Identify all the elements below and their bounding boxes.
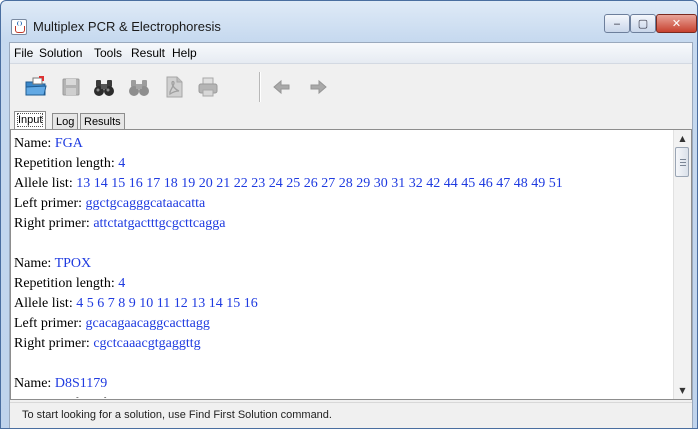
toolbar-separator bbox=[259, 72, 261, 102]
status-bar: To start looking for a solution, use Fin… bbox=[10, 402, 692, 428]
tab-log[interactable]: Log bbox=[52, 113, 79, 129]
scroll-up-icon[interactable]: ▲ bbox=[675, 130, 690, 147]
input-panel: Name: FGA Repetition length: 4 Allele li… bbox=[10, 129, 692, 400]
allele-line: Allele list: 13 14 15 16 17 18 19 20 21 … bbox=[14, 174, 664, 194]
right-primer-line: Right primer: attctatgactttgcgcttcagga bbox=[14, 214, 664, 234]
right-primer-label: Right primer: bbox=[14, 336, 94, 351]
pdf-export-icon[interactable] bbox=[162, 75, 186, 99]
repetition-label: Repetition length: bbox=[14, 156, 119, 171]
print-icon[interactable] bbox=[196, 75, 220, 99]
locus-name-line: Name: D8S1179 bbox=[14, 374, 664, 394]
maximize-button[interactable]: ▢ bbox=[630, 14, 656, 33]
menu-help[interactable]: Help bbox=[172, 46, 197, 60]
arrow-right-icon[interactable] bbox=[306, 75, 330, 99]
client-area: File Solution Tools Result Help Input Lo… bbox=[9, 42, 693, 428]
tab-log-label: Log bbox=[56, 116, 75, 128]
repetition-value: 4 bbox=[118, 276, 126, 291]
java-cup-icon bbox=[11, 19, 27, 35]
name-label: Name: bbox=[14, 256, 55, 271]
scroll-down-icon[interactable]: ▼ bbox=[675, 382, 690, 399]
left-primer-line: Left primer: ggctgcagggcataacatta bbox=[14, 194, 664, 214]
locus-name-line: Name: FGA bbox=[14, 134, 664, 154]
repetition-value: 4 bbox=[118, 156, 126, 171]
repetition-line: Repetition length: 4 bbox=[14, 274, 664, 294]
close-button[interactable]: ✕ bbox=[656, 14, 697, 33]
find-next-icon[interactable] bbox=[127, 75, 151, 99]
left-primer-value: ggctgcagggcataacatta bbox=[85, 196, 206, 211]
right-primer-value: attctatgactttgcgcttcagga bbox=[93, 216, 226, 231]
scroll-thumb[interactable] bbox=[675, 147, 689, 177]
locus-name: FGA bbox=[54, 136, 83, 151]
allele-value: 4 5 6 7 8 9 10 11 12 13 14 15 16 bbox=[76, 296, 258, 311]
repetition-line: Repetition length: 4 bbox=[14, 394, 664, 398]
status-message: To start looking for a solution, use Fin… bbox=[22, 409, 332, 421]
app-window: Multiplex PCR & Electrophoresis ‒ ▢ ✕ Fi… bbox=[0, 0, 698, 429]
menu-tools[interactable]: Tools bbox=[94, 46, 122, 60]
menu-file[interactable]: File bbox=[14, 46, 33, 60]
repetition-line: Repetition length: 4 bbox=[14, 154, 664, 174]
right-primer-value: cgctcaaacgtgaggttg bbox=[93, 336, 201, 351]
left-primer-value: gcacagaacaggcacttagg bbox=[85, 316, 210, 331]
left-primer-label: Left primer: bbox=[14, 316, 86, 331]
right-primer-line: Right primer: cgctcaaacgtgaggttg bbox=[14, 334, 664, 354]
open-folder-icon[interactable] bbox=[24, 75, 48, 99]
repetition-value: 4 bbox=[118, 396, 125, 398]
menu-solution[interactable]: Solution bbox=[39, 46, 82, 60]
arrow-left-icon[interactable] bbox=[270, 75, 294, 99]
tab-results-label: Results bbox=[84, 116, 121, 128]
tab-results[interactable]: Results bbox=[80, 113, 125, 129]
locus-name-line: Name: TPOX bbox=[14, 254, 664, 274]
left-primer-label: Left primer: bbox=[14, 196, 86, 211]
allele-line: Allele list: 4 5 6 7 8 9 10 11 12 13 14 … bbox=[14, 294, 664, 314]
menu-bar: File Solution Tools Result Help bbox=[10, 43, 692, 64]
allele-label: Allele list: bbox=[14, 296, 77, 311]
minimize-button[interactable]: ‒ bbox=[604, 14, 630, 33]
window-title: Multiplex PCR & Electrophoresis bbox=[33, 19, 221, 34]
name-label: Name: bbox=[14, 376, 55, 391]
left-primer-line: Left primer: gcacagaacaggcacttagg bbox=[14, 314, 664, 334]
tab-input-label: Input bbox=[16, 113, 44, 127]
repetition-label: Repetition length: bbox=[14, 396, 118, 398]
tab-input[interactable]: Input bbox=[14, 111, 47, 130]
vertical-scrollbar[interactable]: ▲ ▼ bbox=[673, 130, 691, 399]
save-icon[interactable] bbox=[59, 75, 83, 99]
allele-value: 13 14 15 16 17 18 19 20 21 22 23 24 25 2… bbox=[76, 176, 563, 191]
allele-label: Allele list: bbox=[14, 176, 77, 191]
input-text-area[interactable]: Name: FGA Repetition length: 4 Allele li… bbox=[14, 134, 664, 398]
name-label: Name: bbox=[14, 136, 55, 151]
toolbar bbox=[10, 64, 692, 110]
title-bar[interactable]: Multiplex PCR & Electrophoresis ‒ ▢ ✕ bbox=[1, 1, 697, 41]
tab-strip: Input Log Results bbox=[10, 110, 692, 130]
locus-name: D8S1179 bbox=[54, 376, 108, 391]
find-first-icon[interactable] bbox=[92, 75, 116, 99]
repetition-label: Repetition length: bbox=[14, 276, 119, 291]
locus-name: TPOX bbox=[54, 256, 92, 271]
right-primer-label: Right primer: bbox=[14, 216, 94, 231]
menu-result[interactable]: Result bbox=[131, 46, 165, 60]
